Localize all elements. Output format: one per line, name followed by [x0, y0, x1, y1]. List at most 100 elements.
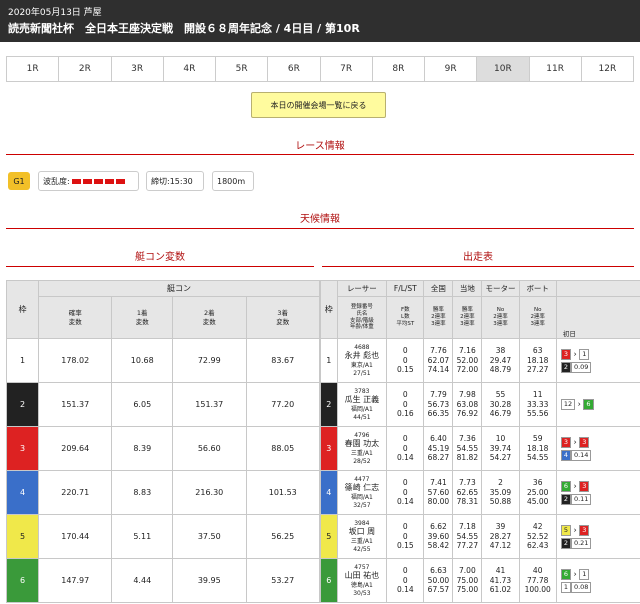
grade-badge: G1	[8, 172, 30, 190]
racer-name[interactable]: 山田 祐也	[338, 571, 387, 581]
tab-11R[interactable]: 11R	[530, 57, 582, 81]
racer-name[interactable]: 篠崎 仁志	[338, 483, 387, 493]
course-box: 6	[560, 480, 571, 492]
header-waku: 枠	[320, 280, 338, 339]
back-to-venues-button[interactable]: 本日の開催会場一覧に戻る	[251, 92, 386, 118]
finish-box: 3	[579, 524, 590, 536]
racer-cell: 4688 永井 彪也 東京/A1 27/51	[336, 338, 388, 383]
race-info-heading: レース情報	[295, 141, 345, 152]
tab-6R[interactable]: 6R	[268, 57, 321, 81]
stat-cell-boat: 11 33.33 55.56	[518, 382, 557, 427]
wave-level: 波乱度:	[38, 171, 139, 191]
table-row: 6 147.97 4.44 39.95 53.27	[6, 558, 320, 603]
table-row: 4 4477 篠崎 仁志 福岡/A1 32/57 0 0 0.14 7.41 57.60 8…	[320, 470, 640, 515]
stat-cell-boat: 59 18.18 54.55	[518, 426, 557, 471]
stat-cell-loc: 7.00 75.00 75.00	[452, 558, 483, 603]
racer-age-weight: 32/57	[353, 501, 371, 509]
first-day-result: 3 › 1	[560, 348, 640, 360]
first-day-cell: 6 › 1 1 0.08	[555, 558, 640, 603]
tab-9R[interactable]: 9R	[425, 57, 478, 81]
racer-age-weight: 30/53	[353, 589, 371, 597]
header-sub: 勝率 2連率 3連率	[423, 296, 454, 339]
value-cell: 37.50	[172, 514, 247, 559]
table-row: 1 178.02 10.68 72.99 83.67	[6, 338, 320, 383]
header-col: 2着 変数	[172, 296, 247, 339]
course-box: 6	[560, 568, 571, 580]
waku-cell: 5	[6, 514, 39, 559]
waku-cell: 2	[320, 382, 338, 427]
finish-box: 1	[579, 348, 590, 360]
tab-10R[interactable]: 10R	[477, 57, 530, 81]
header-top: F/L/ST	[386, 280, 425, 297]
wave-bar	[104, 178, 114, 184]
waku-cell: 6	[6, 558, 39, 603]
racer-name[interactable]: 坂口 周	[338, 527, 387, 537]
table-row: 1 4688 永井 彪也 東京/A1 27/51 0 0 0.15 7.76 62.07 7…	[320, 338, 640, 383]
racer-name[interactable]: 永井 彪也	[338, 351, 387, 361]
racer-cell: 3783 瓜生 正義 福岡/A1 44/51	[336, 382, 388, 427]
page-header: 2020年05月13日 芦屋 読売新聞社杯 全日本王座決定戦 開設６８周年記念 …	[0, 0, 640, 42]
course-box: 3	[560, 436, 571, 448]
value-cell: 56.25	[245, 514, 320, 559]
tab-12R[interactable]: 12R	[582, 57, 633, 81]
table-row: 2 3783 瓜生 正義 福岡/A1 44/51 0 0 0.16 7.79 56.73 6…	[320, 382, 640, 427]
racer-branch: 徳島/A1	[350, 581, 373, 589]
stat-cell-loc: 7.18 54.55 77.27	[452, 514, 483, 559]
racer-age-weight: 42/55	[353, 545, 371, 553]
racer-age-weight: 44/51	[353, 413, 371, 421]
stat-cell-mot: 41 41.73 61.02	[481, 558, 520, 603]
entry-table: 枠レーサー F/L/ST 全国 当地 モーター ボート 登録番号 氏名 支部/階級 年齢/…	[320, 280, 640, 603]
course-box: 3	[560, 348, 571, 360]
value-cell: 151.37	[172, 382, 247, 427]
first-day-label: 初日	[562, 329, 576, 338]
stat-cell-loc: 7.73 62.65 78.31	[452, 470, 483, 515]
finish-box: 3	[579, 436, 590, 448]
stat-cell-fl: 0 0 0.15	[386, 338, 425, 383]
stat-cell-mot: 2 35.09 50.88	[481, 470, 520, 515]
header-sub: No 2連率 3連率	[481, 296, 520, 339]
wave-bar	[115, 178, 125, 184]
st-course: 1	[560, 581, 571, 593]
tab-7R[interactable]: 7R	[321, 57, 373, 81]
racer-name[interactable]: 春園 功太	[338, 439, 387, 449]
header-sub: 登録番号 氏名 支部/階級 年齢/体重	[336, 296, 388, 339]
first-day-cell: 12 › 6	[555, 382, 640, 427]
stat-cell-nat: 6.62 39.60 58.42	[423, 514, 454, 559]
tab-3R[interactable]: 3R	[112, 57, 164, 81]
value-cell: 88.05	[245, 426, 320, 471]
tab-1R[interactable]: 1R	[7, 57, 60, 81]
value-cell: 8.83	[111, 470, 174, 515]
header-col: 1着 変数	[111, 296, 174, 339]
waku-cell: 1	[320, 338, 338, 383]
first-day-cell: 5 › 3 2 0.21	[555, 514, 640, 559]
course-box: 12	[560, 399, 576, 410]
st-time: 0.08	[570, 581, 592, 593]
stat-cell-mot: 10 39.74 54.27	[481, 426, 520, 471]
wave-label: 波乱度:	[43, 176, 70, 186]
header-group: 艇コン	[38, 280, 320, 297]
st-time: 0.14	[570, 449, 592, 461]
tab-4R[interactable]: 4R	[164, 57, 216, 81]
header-top: 当地	[452, 280, 483, 297]
table-row: 4 220.71 8.83 216.30 101.53	[6, 470, 320, 515]
first-day-cell: 3 › 1 2 0.09	[555, 338, 640, 383]
value-cell: 6.05	[111, 382, 174, 427]
arrow-icon: ›	[570, 481, 580, 490]
stat-cell-mot: 55 30.28 46.79	[481, 382, 520, 427]
header-sub: No 2連率 3連率	[518, 296, 557, 339]
header-waku: 枠	[6, 280, 39, 339]
waku-cell: 4	[6, 470, 39, 515]
stat-cell-boat: 42 52.52 62.43	[518, 514, 557, 559]
tab-5R[interactable]: 5R	[216, 57, 269, 81]
racer-branch: 東京/A1	[350, 361, 373, 369]
race-tabs: 1R 2R 3R 4R 5R 6R 7R 8R 9R 10R 11R 12R	[6, 56, 634, 82]
weather-heading: 天候情報	[300, 214, 340, 225]
stat-cell-nat: 7.41 57.60 80.00	[423, 470, 454, 515]
divider	[6, 266, 314, 267]
tab-2R[interactable]: 2R	[59, 57, 112, 81]
racer-name[interactable]: 瓜生 正義	[338, 395, 387, 405]
header-sub: F数 L数 平均ST	[386, 296, 425, 339]
value-cell: 101.53	[245, 470, 320, 515]
st-time: 0.09	[570, 361, 592, 373]
tab-8R[interactable]: 8R	[373, 57, 425, 81]
